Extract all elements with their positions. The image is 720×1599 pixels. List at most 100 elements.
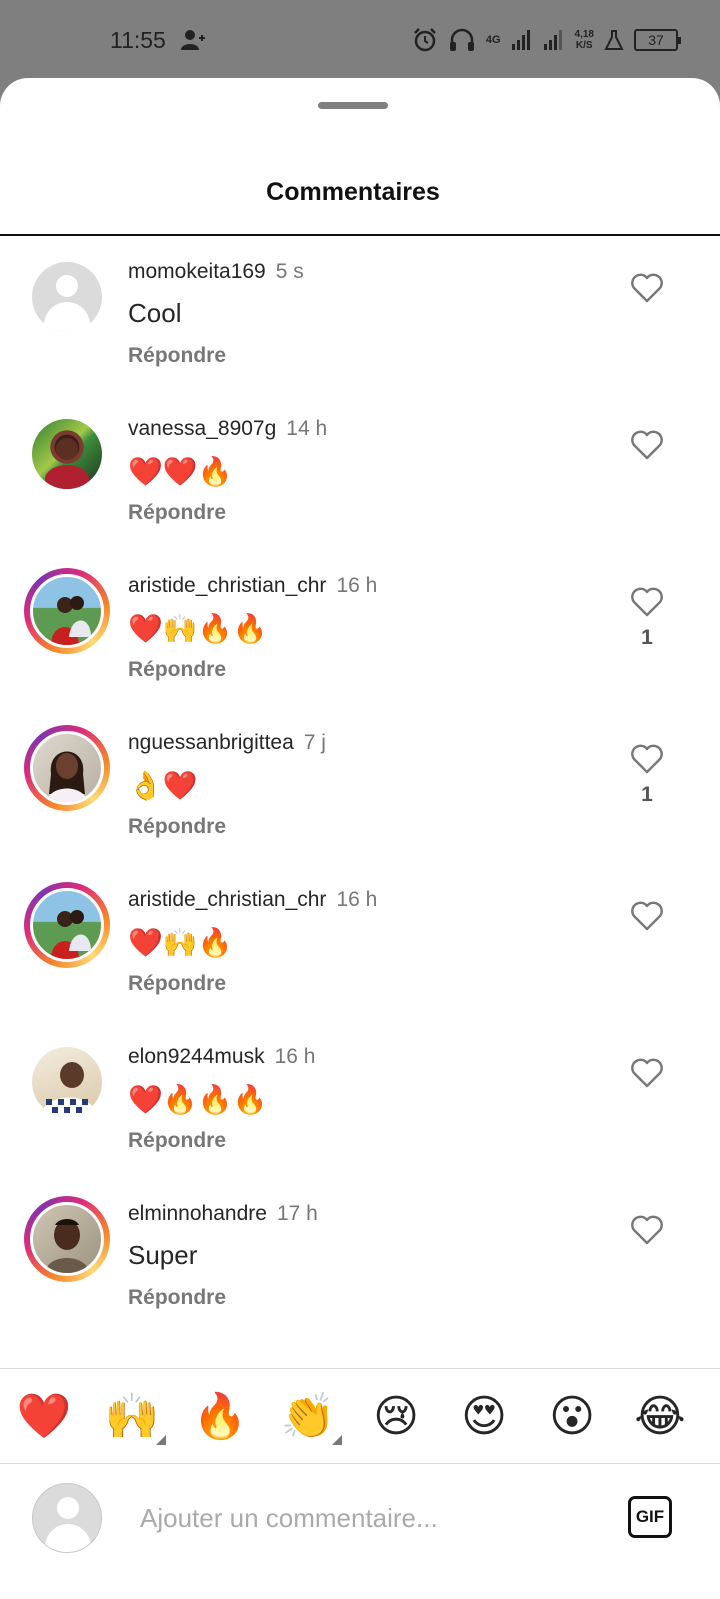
speed-value: 4,18 (574, 29, 594, 40)
network-speed: 4,18 K/S (575, 29, 594, 51)
avatar[interactable] (24, 411, 110, 497)
flask-icon (604, 30, 624, 50)
comment-username[interactable]: elon9244musk (128, 1045, 265, 1068)
user-photo-avatar (30, 731, 104, 805)
comment-input-bar: GIF (0, 1464, 720, 1599)
comment-item: nguessanbrigittea 7 j 👌❤️ Répondre 1 (0, 707, 720, 864)
comment-username[interactable]: nguessanbrigittea (128, 731, 294, 754)
comment-time: 14 h (286, 417, 328, 440)
avatar-story-ring[interactable] (24, 725, 110, 811)
like-heart-icon[interactable] (630, 1214, 664, 1246)
emoji-raising-hands: 🙌 (104, 1391, 160, 1442)
avatar[interactable] (24, 1039, 110, 1125)
like-heart-icon[interactable] (630, 272, 664, 304)
comment-header: aristide_christian_chr 16 h (128, 574, 377, 598)
comment-header: elon9244musk 16 h (128, 1045, 315, 1069)
comment-username[interactable]: aristide_christian_chr (128, 888, 326, 911)
emoji-red-heart-button[interactable]: ❤️ (14, 1387, 74, 1447)
network-type: 4G (485, 33, 501, 46)
avatar-story-ring[interactable] (24, 1196, 110, 1282)
emoji-crying-face: 😢 (373, 1391, 419, 1442)
reply-button[interactable]: Répondre (128, 972, 226, 996)
comment-text: ❤️🔥🔥🔥 (128, 1083, 268, 1116)
emoji-clapping-hands-button[interactable]: 👏 (278, 1387, 342, 1447)
speed-unit: K/S (575, 40, 593, 51)
reply-button[interactable]: Répondre (128, 1129, 226, 1153)
headphones-icon (449, 28, 474, 51)
reply-button[interactable]: Répondre (128, 658, 226, 682)
avatar-story-ring[interactable] (24, 882, 110, 968)
emoji-crying-face-button[interactable]: 😢 (366, 1387, 426, 1447)
status-time: 11:55 (110, 27, 166, 53)
my-avatar (32, 1483, 102, 1553)
like-heart-icon[interactable] (630, 900, 664, 932)
emoji-laughing-face-button[interactable]: 😂 (630, 1387, 690, 1447)
add-person-icon (181, 30, 205, 50)
comment-header: aristide_christian_chr 16 h (128, 888, 377, 912)
comment-text: ❤️❤️🔥 (128, 455, 233, 488)
comment-text: Super (128, 1240, 198, 1270)
comment-header: nguessanbrigittea 7 j (128, 731, 326, 755)
sheet-title: Commentaires (266, 178, 440, 206)
comment-item: vanessa_8907g 14 h ❤️❤️🔥 Répondre (0, 393, 720, 550)
comment-item: momokeita169 5 s Cool Répondre (0, 236, 720, 393)
emoji-clapping-hands: 👏 (280, 1391, 336, 1442)
emoji-quick-bar: ❤️ 🙌 🔥 👏 😢 😍 😮 😂 (0, 1368, 720, 1464)
comments-sheet: Commentaires momokeita169 5 s Cool Répond… (0, 78, 720, 1599)
comment-item: elon9244musk 16 h ❤️🔥🔥🔥 Répondre (0, 1021, 720, 1178)
comment-username[interactable]: elminnohandre (128, 1202, 267, 1225)
emoji-raising-hands-button[interactable]: 🙌 (102, 1387, 166, 1447)
drag-handle[interactable] (318, 102, 388, 109)
emoji-laughing-face: 😂 (634, 1391, 686, 1442)
emoji-red-heart: ❤️ (16, 1391, 72, 1442)
emoji-surprised-face: 😮 (549, 1391, 595, 1442)
default-avatar-icon (32, 262, 102, 332)
gif-button[interactable]: GIF (628, 1496, 672, 1538)
comments-list[interactable]: momokeita169 5 s Cool Répondre vanessa_89… (0, 236, 720, 1368)
comment-time: 16 h (336, 574, 378, 597)
avatar-story-ring[interactable] (24, 568, 110, 654)
reply-button[interactable]: Répondre (128, 815, 226, 839)
comment-input[interactable] (140, 1498, 600, 1538)
user-photo-avatar (30, 888, 104, 962)
comment-username[interactable]: aristide_christian_chr (128, 574, 326, 597)
battery-icon: 37 (634, 29, 681, 51)
alarm-icon (413, 28, 436, 52)
reply-button[interactable]: Répondre (128, 501, 226, 525)
comment-username[interactable]: vanessa_8907g (128, 417, 276, 440)
comment-header: momokeita169 5 s (128, 260, 304, 284)
like-heart-icon[interactable] (630, 586, 664, 618)
like-heart-icon[interactable] (630, 429, 664, 461)
signal-icon-2 (543, 30, 562, 50)
like-count: 1 (641, 783, 653, 806)
comment-time: 5 s (275, 260, 304, 283)
comment-text: ❤️🙌🔥🔥 (128, 612, 268, 645)
emoji-surprised-face-button[interactable]: 😮 (542, 1387, 602, 1447)
comment-text: 👌❤️ (128, 769, 198, 802)
comment-item: aristide_christian_chr 16 h ❤️🙌🔥 Répondre (0, 864, 720, 1021)
reply-button[interactable]: Répondre (128, 344, 226, 368)
emoji-fire-button[interactable]: 🔥 (190, 1387, 250, 1447)
comment-time: 7 j (303, 731, 326, 754)
variants-indicator-icon (332, 1435, 342, 1445)
like-heart-icon[interactable] (630, 1057, 664, 1089)
comment-time: 16 h (274, 1045, 316, 1068)
emoji-heart-eyes-button[interactable]: 😍 (454, 1387, 514, 1447)
signal-icon (511, 30, 530, 50)
comment-header: vanessa_8907g 14 h (128, 417, 327, 441)
user-photo-avatar (30, 1202, 104, 1276)
reply-button[interactable]: Répondre (128, 1286, 226, 1310)
comment-time: 16 h (336, 888, 378, 911)
comment-time: 17 h (276, 1202, 318, 1225)
like-heart-icon[interactable] (630, 743, 664, 775)
status-bar: 11:55 4G 4,18 K/S 37 (0, 0, 720, 80)
avatar[interactable] (24, 254, 110, 340)
like-count: 1 (641, 626, 653, 649)
variants-indicator-icon (156, 1435, 166, 1445)
comment-text: Cool (128, 298, 182, 328)
comment-header: elminnohandre 17 h (128, 1202, 318, 1226)
comment-item: aristide_christian_chr 16 h ❤️🙌🔥🔥 Répondr… (0, 550, 720, 707)
comment-username[interactable]: momokeita169 (128, 260, 266, 283)
status-icons: 4G 4,18 K/S 37 (412, 24, 681, 56)
comment-item: elminnohandre 17 h Super Répondre (0, 1178, 720, 1335)
